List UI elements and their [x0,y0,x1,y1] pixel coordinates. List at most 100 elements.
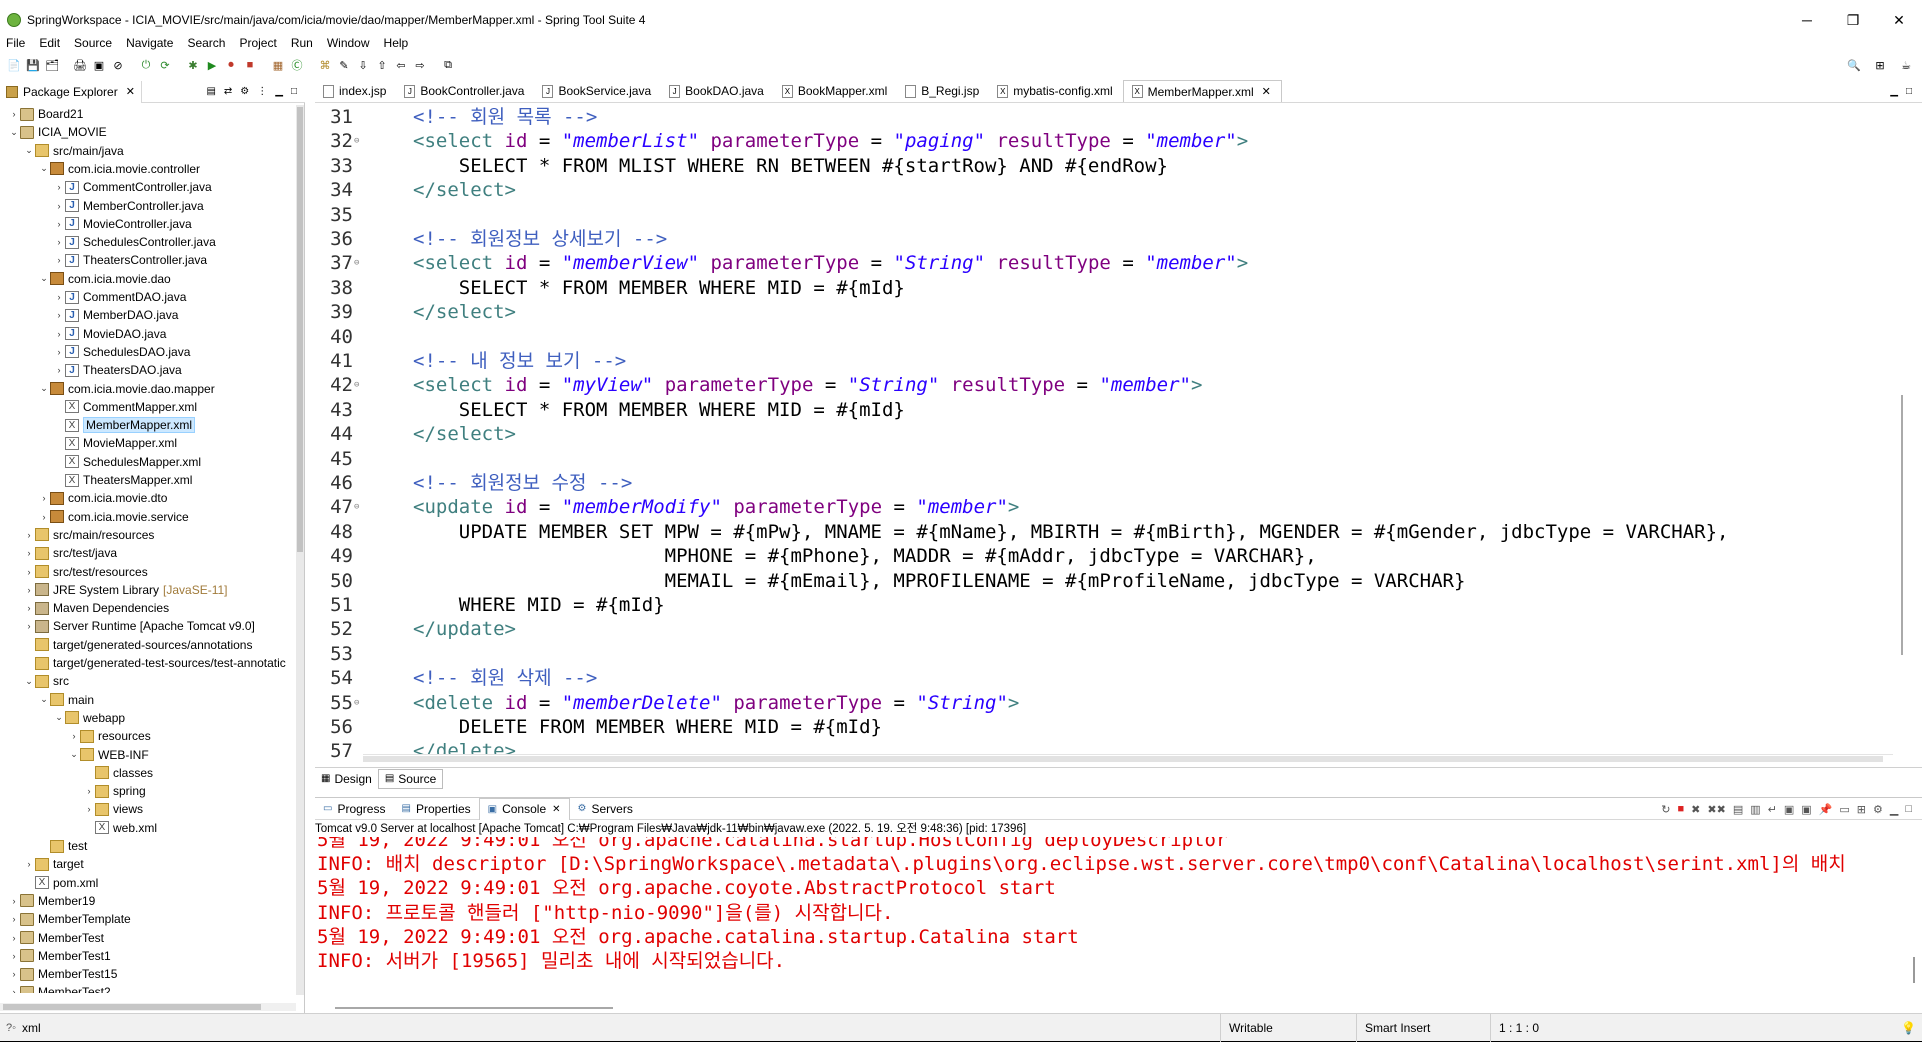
chevron-right-icon[interactable]: › [53,347,65,357]
tree-item[interactable]: ⌄ com.icia.movie.dao [38,270,171,288]
tree-item[interactable]: › src/main/resources [23,526,155,544]
code-line[interactable]: 35 [315,203,1875,227]
chevron-right-icon[interactable]: › [53,329,65,339]
tree-hscrollbar[interactable] [0,1003,296,1011]
code-line[interactable]: 38 SELECT * FROM MEMBER WHERE MID = #{mI… [315,276,1875,300]
menu-help[interactable]: Help [384,36,409,50]
tree-item[interactable]: › MemberTemplate [8,910,131,928]
editor-tab[interactable]: X BookMapper.xml [774,80,897,102]
chevron-right-icon[interactable]: › [23,548,35,558]
close-tab-icon[interactable]: ✕ [1262,85,1271,98]
minimize-editor-icon[interactable]: ▁ [1890,86,1898,97]
tip-icon[interactable]: 💡 [1901,1021,1916,1035]
remove-all-icon[interactable]: ✖✖ [1707,803,1725,816]
menu-run[interactable]: Run [291,36,313,50]
chevron-right-icon[interactable]: › [53,292,65,302]
menu-project[interactable]: Project [239,36,276,50]
chevron-down-icon[interactable]: ⌄ [38,383,50,394]
chevron-right-icon[interactable]: › [68,731,80,741]
chevron-right-icon[interactable]: › [8,109,20,119]
tree-item[interactable]: Xweb.xml [83,819,157,837]
chevron-right-icon[interactable]: › [38,493,50,503]
code-line[interactable]: 47 ⊖ <update id = "memberModify" parameter… [315,495,1875,519]
tree-item[interactable]: X MemberMapper.xml [53,416,196,434]
code-line[interactable]: 39 </select> [315,300,1875,324]
chevron-right-icon[interactable]: › [53,182,65,192]
tree-item[interactable]: › com.icia.movie.service [38,508,189,526]
chevron-right-icon[interactable]: › [53,255,65,265]
maximize-view-icon[interactable]: □ [291,86,297,97]
word-wrap-icon[interactable]: ↵ [1768,803,1777,816]
new-package-icon[interactable]: ▦ [270,57,286,73]
menu-window[interactable]: Window [327,36,370,50]
link-editor-icon[interactable]: ⇄ [224,86,232,97]
scroll-lock-icon[interactable]: ▥ [1750,803,1760,816]
chevron-right-icon[interactable]: › [83,786,95,796]
code-line[interactable]: 34 </select> [315,178,1875,202]
pin-console-icon[interactable]: 📌 [1819,803,1833,816]
code-editor[interactable]: 31 <!-- 회원 목록 --> 32 ⊖ <select id = "memberL… [315,105,1875,832]
tree-item[interactable]: X CommentMapper.xml [53,398,197,416]
code-line[interactable]: 32 ⊖ <select id = "memberList" parameterTy… [315,129,1875,153]
clear-console-icon[interactable]: ▤ [1733,803,1743,816]
tab-package-explorer[interactable]: Package Explorer ✕ [0,80,142,103]
refresh-icon[interactable]: ⟳ [157,57,173,73]
tree-item[interactable]: › spring [83,782,146,800]
tab-properties[interactable]: ▤ Properties [393,798,478,820]
chevron-down-icon[interactable]: ⌄ [38,163,50,174]
tree-item[interactable]: › src/test/java [23,544,118,562]
tree-item[interactable]: › J SchedulesDAO.java [53,343,191,361]
maximize-button[interactable]: ❐ [1830,7,1876,33]
remove-launch-icon[interactable]: ✖ [1691,803,1700,816]
tree-item[interactable]: › Board21 [8,105,84,123]
close-button[interactable]: ✕ [1876,7,1922,33]
tree-item[interactable]: › J SchedulesController.java [53,233,216,251]
chevron-right-icon[interactable]: › [53,365,65,375]
tree-item[interactable]: › com.icia.movie.dto [38,489,168,507]
code-line[interactable]: 55 ⊖ <delete id = "memberDelete" parameter… [315,691,1875,715]
code-line[interactable]: 54 <!-- 회원 삭제 --> [315,666,1875,690]
console-hscrollbar[interactable] [335,1004,1915,1012]
forward-icon[interactable]: ⇨ [412,57,428,73]
tree-item[interactable]: ⌄ webapp [53,709,125,727]
code-line[interactable]: 44 </select> [315,422,1875,446]
menu-file[interactable]: File [6,36,25,50]
fold-toggle-icon[interactable]: ⊖ [354,495,359,519]
chevron-right-icon[interactable]: › [23,603,35,613]
minimize-button[interactable]: ─ [1784,7,1830,33]
tree-item[interactable]: ⌄ src [23,672,69,690]
tree-item[interactable]: › MemberTest [8,929,105,947]
chevron-right-icon[interactable]: › [8,914,20,924]
close-icon[interactable]: ✕ [126,85,135,98]
tree-item[interactable]: X TheatersMapper.xml [53,471,192,489]
editor-tab[interactable]: B_Regi.jsp [897,80,989,102]
save-icon[interactable]: 💾 [25,57,41,73]
back-icon[interactable]: ⇦ [393,57,409,73]
chevron-right-icon[interactable]: › [23,585,35,595]
tree-item[interactable]: ⌄ ICIA_MOVIE [8,123,106,141]
minimize-console-icon[interactable]: ▁ [1890,803,1898,816]
chevron-right-icon[interactable]: › [53,219,65,229]
console-scrollbar-thumb[interactable] [1913,957,1915,983]
collapse-all-icon[interactable]: ▤ [206,86,215,97]
chevron-right-icon[interactable]: › [53,237,65,247]
chevron-right-icon[interactable]: › [83,804,95,814]
tree-item[interactable]: › J MemberController.java [53,197,204,215]
run-external-icon[interactable]: ⏺ [223,57,239,73]
tree-item[interactable]: › src/test/resources [23,563,148,581]
menu-edit[interactable]: Edit [39,36,60,50]
maximize-console-icon[interactable]: □ [1905,803,1912,815]
tree-item[interactable]: › J TheatersController.java [53,251,208,269]
restart-icon[interactable]: ↻ [1661,803,1670,816]
chevron-right-icon[interactable]: › [53,201,65,211]
tab-design[interactable]: ▦ Design [315,769,378,789]
code-line[interactable]: 43 SELECT * FROM MEMBER WHERE MID = #{mI… [315,398,1875,422]
skip-breakpoints-icon[interactable]: ⊘ [110,57,126,73]
chevron-down-icon[interactable]: ⌄ [8,127,20,138]
new-icon[interactable]: 📄 [6,57,22,73]
editor-hscrollbar[interactable] [363,754,1893,762]
code-line[interactable]: 36 <!-- 회원정보 상세보기 --> [315,227,1875,251]
tree-item[interactable]: › J CommentDAO.java [53,288,187,306]
chevron-right-icon[interactable]: › [23,859,35,869]
code-line[interactable]: 48 UPDATE MEMBER SET MPW = #{mPw}, MNAME… [315,520,1875,544]
